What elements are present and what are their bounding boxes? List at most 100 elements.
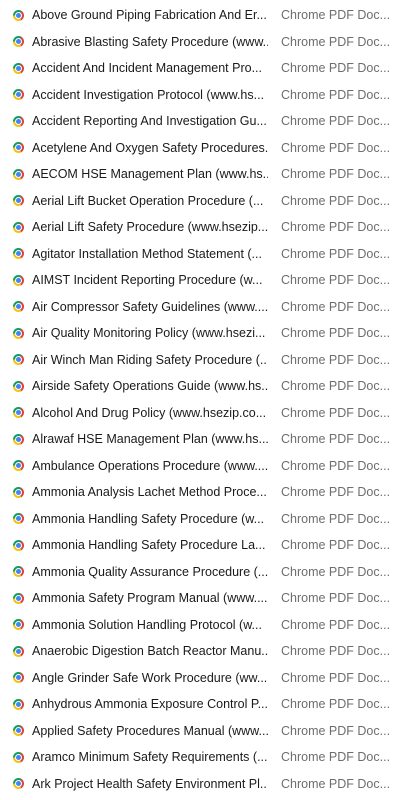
file-name: AIMST Incident Reporting Procedure (w... bbox=[32, 273, 263, 288]
file-type: Chrome PDF Doc... bbox=[281, 405, 391, 420]
file-row[interactable]: Air Quality Monitoring Policy (www.hsezi… bbox=[0, 320, 400, 347]
chrome-icon bbox=[13, 486, 24, 498]
file-name: Acetylene And Oxygen Safety Procedures..… bbox=[32, 140, 268, 155]
file-row[interactable]: Aramco Minimum Safety Requirements (... C… bbox=[0, 744, 400, 771]
file-row[interactable]: Abrasive Blasting Safety Procedure (www.… bbox=[0, 29, 400, 56]
file-name: Ammonia Safety Program Manual (www.... bbox=[32, 591, 268, 606]
file-type: Chrome PDF Doc... bbox=[281, 776, 391, 791]
file-row[interactable]: Air Compressor Safety Guidelines (www...… bbox=[0, 294, 400, 321]
chrome-icon bbox=[13, 725, 24, 737]
file-name: Anaerobic Digestion Batch Reactor Manu..… bbox=[32, 644, 268, 659]
file-name: Above Ground Piping Fabrication And Er..… bbox=[32, 8, 267, 23]
chrome-icon bbox=[13, 9, 24, 21]
file-type: Chrome PDF Doc... bbox=[281, 458, 391, 473]
file-row[interactable]: Alcohol And Drug Policy (www.hsezip.co..… bbox=[0, 400, 400, 427]
file-name: Accident Reporting And Investigation Gu.… bbox=[32, 114, 267, 129]
file-name: Applied Safety Procedures Manual (www...… bbox=[32, 723, 268, 738]
file-row[interactable]: Aerial Lift Safety Procedure (www.hsezip… bbox=[0, 214, 400, 241]
file-name: Aramco Minimum Safety Requirements (... bbox=[32, 750, 268, 765]
file-name: Ammonia Solution Handling Protocol (w... bbox=[32, 617, 262, 632]
file-type: Chrome PDF Doc... bbox=[281, 564, 391, 579]
file-type: Chrome PDF Doc... bbox=[281, 591, 391, 606]
chrome-icon bbox=[13, 433, 24, 445]
file-name: Ark Project Health Safety Environment Pl… bbox=[32, 776, 268, 791]
file-type: Chrome PDF Doc... bbox=[281, 273, 391, 288]
file-row[interactable]: Ammonia Handling Safety Procedure La... C… bbox=[0, 532, 400, 559]
file-name: Alcohol And Drug Policy (www.hsezip.co..… bbox=[32, 405, 267, 420]
file-row[interactable]: Ammonia Handling Safety Procedure (w... C… bbox=[0, 506, 400, 533]
file-type: Chrome PDF Doc... bbox=[281, 379, 391, 394]
chrome-icon bbox=[13, 168, 24, 180]
file-name: Angle Grinder Safe Work Procedure (ww... bbox=[32, 670, 268, 685]
file-type: Chrome PDF Doc... bbox=[281, 167, 391, 182]
file-type: Chrome PDF Doc... bbox=[281, 644, 391, 659]
file-row[interactable]: Airside Safety Operations Guide (www.hs.… bbox=[0, 373, 400, 400]
file-row[interactable]: Accident And Incident Management Pro... C… bbox=[0, 55, 400, 82]
file-row[interactable]: Ammonia Analysis Lachet Method Proce... C… bbox=[0, 479, 400, 506]
file-type: Chrome PDF Doc... bbox=[281, 326, 391, 341]
file-name: Alrawaf HSE Management Plan (www.hs... bbox=[32, 432, 268, 447]
file-row[interactable]: Agitator Installation Method Statement (… bbox=[0, 241, 400, 268]
chrome-icon bbox=[13, 301, 24, 313]
file-row[interactable]: Applied Safety Procedures Manual (www...… bbox=[0, 718, 400, 745]
file-name: Ammonia Handling Safety Procedure La... bbox=[32, 538, 266, 553]
chrome-icon bbox=[13, 698, 24, 710]
file-row[interactable]: AIMST Incident Reporting Procedure (w...… bbox=[0, 267, 400, 294]
file-name: Air Compressor Safety Guidelines (www...… bbox=[32, 299, 268, 314]
file-name: Ammonia Quality Assurance Procedure (... bbox=[32, 564, 268, 579]
file-type: Chrome PDF Doc... bbox=[281, 246, 391, 261]
file-type: Chrome PDF Doc... bbox=[281, 670, 391, 685]
file-row[interactable]: Accident Reporting And Investigation Gu.… bbox=[0, 108, 400, 135]
file-type: Chrome PDF Doc... bbox=[281, 697, 391, 712]
file-row[interactable]: Ammonia Solution Handling Protocol (w...… bbox=[0, 612, 400, 639]
file-row[interactable]: Anaerobic Digestion Batch Reactor Manu..… bbox=[0, 638, 400, 665]
chrome-icon bbox=[13, 354, 24, 366]
chrome-icon bbox=[13, 645, 24, 657]
file-name: Ammonia Analysis Lachet Method Proce... bbox=[32, 485, 267, 500]
chrome-icon bbox=[13, 619, 24, 631]
file-row[interactable]: Ammonia Safety Program Manual (www.... Ch… bbox=[0, 585, 400, 612]
chrome-icon bbox=[13, 566, 24, 578]
file-row[interactable]: Anhydrous Ammonia Exposure Control P... C… bbox=[0, 691, 400, 718]
file-type: Chrome PDF Doc... bbox=[281, 352, 391, 367]
file-row[interactable]: Ammonia Quality Assurance Procedure (...… bbox=[0, 559, 400, 586]
chrome-icon bbox=[13, 460, 24, 472]
file-row[interactable]: Ark Project Health Safety Environment Pl… bbox=[0, 771, 400, 798]
chrome-icon bbox=[13, 513, 24, 525]
file-name: Anhydrous Ammonia Exposure Control P... bbox=[32, 697, 268, 712]
chrome-icon bbox=[13, 195, 24, 207]
file-name: Airside Safety Operations Guide (www.hs.… bbox=[32, 379, 268, 394]
chrome-icon bbox=[13, 778, 24, 790]
file-row[interactable]: Acetylene And Oxygen Safety Procedures..… bbox=[0, 135, 400, 162]
file-type: Chrome PDF Doc... bbox=[281, 140, 391, 155]
file-name: Ambulance Operations Procedure (www.... bbox=[32, 458, 268, 473]
chrome-icon bbox=[13, 62, 24, 74]
file-row[interactable]: Alrawaf HSE Management Plan (www.hs... Ch… bbox=[0, 426, 400, 453]
file-name: Agitator Installation Method Statement (… bbox=[32, 246, 262, 261]
chrome-icon bbox=[13, 274, 24, 286]
file-type: Chrome PDF Doc... bbox=[281, 220, 391, 235]
chrome-icon bbox=[13, 407, 24, 419]
file-row[interactable]: Air Winch Man Riding Safety Procedure (.… bbox=[0, 347, 400, 374]
file-type: Chrome PDF Doc... bbox=[281, 432, 391, 447]
file-row[interactable]: Ambulance Operations Procedure (www.... C… bbox=[0, 453, 400, 480]
file-row[interactable]: Aerial Lift Bucket Operation Procedure (… bbox=[0, 188, 400, 215]
file-row[interactable]: Above Ground Piping Fabrication And Er..… bbox=[0, 2, 400, 29]
file-type: Chrome PDF Doc... bbox=[281, 34, 391, 49]
file-row[interactable]: AECOM HSE Management Plan (www.hs... Chro… bbox=[0, 161, 400, 188]
file-row[interactable]: Accident Investigation Protocol (www.hs.… bbox=[0, 82, 400, 109]
file-name: Abrasive Blasting Safety Procedure (www.… bbox=[32, 34, 268, 49]
chrome-icon bbox=[13, 672, 24, 684]
chrome-icon bbox=[13, 115, 24, 127]
chrome-icon bbox=[13, 142, 24, 154]
file-type: Chrome PDF Doc... bbox=[281, 750, 391, 765]
file-name: Accident And Incident Management Pro... bbox=[32, 61, 262, 76]
file-row[interactable]: Angle Grinder Safe Work Procedure (ww...… bbox=[0, 665, 400, 692]
file-type: Chrome PDF Doc... bbox=[281, 485, 391, 500]
file-type: Chrome PDF Doc... bbox=[281, 538, 391, 553]
file-type: Chrome PDF Doc... bbox=[281, 723, 391, 738]
chrome-icon bbox=[13, 89, 24, 101]
file-name: Aerial Lift Safety Procedure (www.hsezip… bbox=[32, 220, 268, 235]
file-type: Chrome PDF Doc... bbox=[281, 299, 391, 314]
file-name: Accident Investigation Protocol (www.hs.… bbox=[32, 87, 265, 102]
